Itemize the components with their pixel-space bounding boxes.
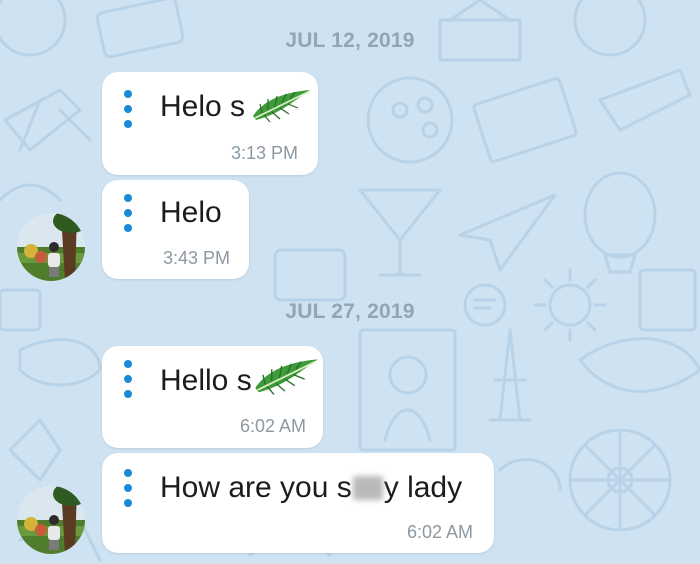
message-time: 3:43 PM — [162, 248, 230, 268]
vertical-dots-icon[interactable] — [123, 360, 133, 402]
message-bubble[interactable]: Helo 3:43 PM — [102, 180, 249, 279]
avatar-photo — [17, 486, 85, 554]
palm-leaf-sticker — [255, 359, 318, 395]
date-separator: JUL 12, 2019 — [285, 29, 415, 52]
message-text: How are you s y lady — [160, 471, 462, 505]
message-text: Helo — [160, 196, 222, 229]
message-bubble[interactable]: Hello s 6:02 AM — [102, 346, 323, 448]
avatar-photo — [17, 213, 85, 281]
blurred-word-part — [352, 476, 383, 500]
vertical-dots-icon[interactable] — [123, 194, 133, 236]
message-time: 6:02 AM — [239, 416, 306, 436]
message-text-end: y lady — [383, 471, 463, 504]
message-bubble[interactable]: Helo s 3:13 PM — [102, 72, 318, 175]
vertical-dots-icon[interactable] — [123, 90, 133, 132]
message-time: 3:13 PM — [230, 143, 298, 163]
message-text: Helo s — [160, 90, 246, 123]
user-avatar[interactable] — [17, 213, 85, 281]
user-avatar[interactable] — [17, 486, 85, 554]
date-separator: JUL 27, 2019 — [285, 300, 415, 323]
palm-leaf-sticker — [253, 90, 310, 123]
vertical-dots-icon[interactable] — [123, 469, 133, 511]
message-text: Hello s — [160, 364, 252, 397]
message-bubble[interactable]: How are you s y lady 6:02 AM — [102, 453, 494, 553]
message-time: 6:02 AM — [406, 522, 473, 542]
message-text-start: How are you s — [160, 471, 352, 504]
